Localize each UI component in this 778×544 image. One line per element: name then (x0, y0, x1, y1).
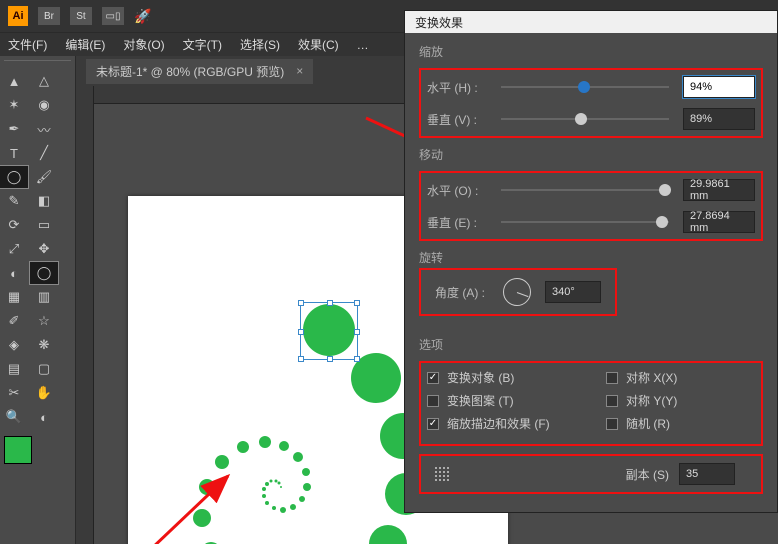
blend-tool-icon[interactable]: ◈ (0, 334, 28, 356)
free-transform-icon[interactable]: ✥ (30, 238, 58, 260)
ellipse-tool-icon[interactable]: ◯ (0, 166, 28, 188)
shaper-tool-icon[interactable]: ✎ (0, 190, 28, 212)
artboard-tool-icon[interactable]: ▢ (30, 358, 58, 380)
hand-tool-icon[interactable]: ✋ (30, 382, 58, 404)
menu-file[interactable]: 文件(F) (8, 36, 47, 53)
gradient-tool-icon[interactable]: ▥ (30, 286, 58, 308)
rect-tool-icon[interactable]: ▭ (30, 214, 58, 236)
brush-tool-icon[interactable]: 🖌 (30, 166, 58, 188)
angle-label: 角度 (A) : (435, 284, 495, 301)
line-tool-icon[interactable]: ╱ (30, 142, 58, 164)
reflect-x-checkbox[interactable] (606, 372, 618, 384)
angle-dial-icon[interactable] (503, 278, 531, 306)
transform-pattern-label: 变换图案 (T) (447, 392, 514, 409)
scale-tool-icon[interactable]: ⤢ (0, 238, 28, 260)
doc-tab-title: 未标题-1* @ 80% (RGB/GPU 预览) (96, 63, 284, 80)
menu-select[interactable]: 选择(S) (240, 36, 280, 53)
move-h-label: 水平 (O) : (427, 182, 487, 199)
eraser-tool-icon[interactable]: ◧ (30, 190, 58, 212)
move-v-input[interactable]: 27.8694 mm (683, 211, 755, 233)
anchor-grid-icon[interactable] (427, 462, 457, 486)
selection-bounding-box[interactable] (300, 302, 358, 360)
zoom-tool-icon[interactable]: 🔍 (0, 406, 28, 428)
scale-h-input[interactable]: 94% (683, 76, 755, 98)
rotate-heading: 旋转 (419, 249, 763, 266)
scale-h-label: 水平 (H) : (427, 79, 487, 96)
move-heading: 移动 (419, 146, 763, 163)
type-tool-icon[interactable]: T (0, 142, 28, 164)
arrange-icon[interactable]: ▭▯ (102, 7, 124, 25)
copies-group-highlight: 副本 (S) 35 (419, 454, 763, 494)
options-heading: 选项 (419, 336, 763, 353)
transform-object-label: 变换对象 (B) (447, 369, 514, 386)
ai-logo-icon: Ai (8, 6, 28, 26)
rotate-group-highlight: 角度 (A) : 340° (419, 268, 617, 316)
transform-effect-dialog: 变换效果 缩放 水平 (H) : 94% 垂直 (V) : 89% 移动 水平 … (404, 10, 778, 513)
symbol-tool-icon[interactable]: ❋ (30, 334, 58, 356)
ruler-vertical (76, 86, 94, 544)
scale-v-slider[interactable] (501, 118, 669, 120)
menu-extra[interactable]: … (357, 38, 369, 52)
reflect-x-label: 对称 X(X) (626, 369, 677, 386)
reflect-y-label: 对称 Y(Y) (626, 392, 677, 409)
graph-tool-icon[interactable]: ▤ (0, 358, 28, 380)
scale-h-slider[interactable] (501, 86, 669, 88)
move-v-label: 垂直 (E) : (427, 214, 487, 231)
toggle-tool-icon[interactable]: ◐ (30, 406, 58, 428)
close-tab-icon[interactable]: × (296, 64, 303, 78)
reflect-y-checkbox[interactable] (606, 395, 618, 407)
menu-object[interactable]: 对象(O) (123, 36, 164, 53)
lasso-tool-icon[interactable]: ◉ (30, 94, 58, 116)
star-tool-icon[interactable]: ☆ (30, 310, 58, 332)
transform-object-checkbox[interactable] (427, 372, 439, 384)
fill-swatch[interactable] (4, 436, 32, 464)
scale-group-highlight: 水平 (H) : 94% 垂直 (V) : 89% (419, 68, 763, 138)
transform-pattern-checkbox[interactable] (427, 395, 439, 407)
menu-effect[interactable]: 效果(C) (298, 36, 339, 53)
direct-select-tool-icon[interactable]: △ (30, 70, 58, 92)
menu-type[interactable]: 文字(T) (183, 36, 222, 53)
scale-v-input[interactable]: 89% (683, 108, 755, 130)
scale-stroke-label: 缩放描边和效果 (F) (447, 415, 550, 432)
curvature-tool-icon[interactable]: 〰 (30, 118, 58, 140)
toolbox: ▲△ ✶◉ ✒〰 T╱ ◯🖌 ✎◧ ⟳▭ ⤢✥ ◐◯ ▦▥ ✐☆ ◈❋ ▤▢ ✂… (0, 56, 76, 544)
rotate-tool-icon[interactable]: ⟳ (0, 214, 28, 236)
scale-stroke-checkbox[interactable] (427, 418, 439, 430)
options-group-highlight: 变换对象 (B) 变换图案 (T) 缩放描边和效果 (F) 对称 X(X) 对称… (419, 361, 763, 446)
eyedropper-tool-icon[interactable]: ✐ (0, 310, 28, 332)
random-checkbox[interactable] (606, 418, 618, 430)
scale-heading: 缩放 (419, 43, 763, 60)
angle-input[interactable]: 340° (545, 281, 601, 303)
move-v-slider[interactable] (501, 221, 669, 223)
copies-input[interactable]: 35 (679, 463, 735, 485)
shapebuilder-tool-icon[interactable]: ◐ (0, 262, 28, 284)
menu-edit[interactable]: 编辑(E) (65, 36, 105, 53)
pen-tool-icon[interactable]: ✒ (0, 118, 28, 140)
doc-tab[interactable]: 未标题-1* @ 80% (RGB/GPU 预览) × (86, 59, 313, 84)
dialog-title: 变换效果 (405, 11, 777, 33)
wand-tool-icon[interactable]: ✶ (0, 94, 28, 116)
move-h-slider[interactable] (501, 189, 669, 191)
selection-tool-icon[interactable]: ▲ (0, 70, 28, 92)
slice-tool-icon[interactable]: ✂ (0, 382, 28, 404)
move-h-input[interactable]: 29.9861 mm (683, 179, 755, 201)
mesh-tool-icon[interactable]: ▦ (0, 286, 28, 308)
ellipse2-tool-icon[interactable]: ◯ (30, 262, 58, 284)
gpu-icon[interactable]: 🚀 (134, 8, 151, 25)
random-label: 随机 (R) (626, 415, 670, 432)
bridge-icon[interactable]: Br (38, 7, 60, 25)
stock-icon[interactable]: St (70, 7, 92, 25)
copies-label: 副本 (S) (626, 466, 669, 483)
scale-v-label: 垂直 (V) : (427, 111, 487, 128)
move-group-highlight: 水平 (O) : 29.9861 mm 垂直 (E) : 27.8694 mm (419, 171, 763, 241)
